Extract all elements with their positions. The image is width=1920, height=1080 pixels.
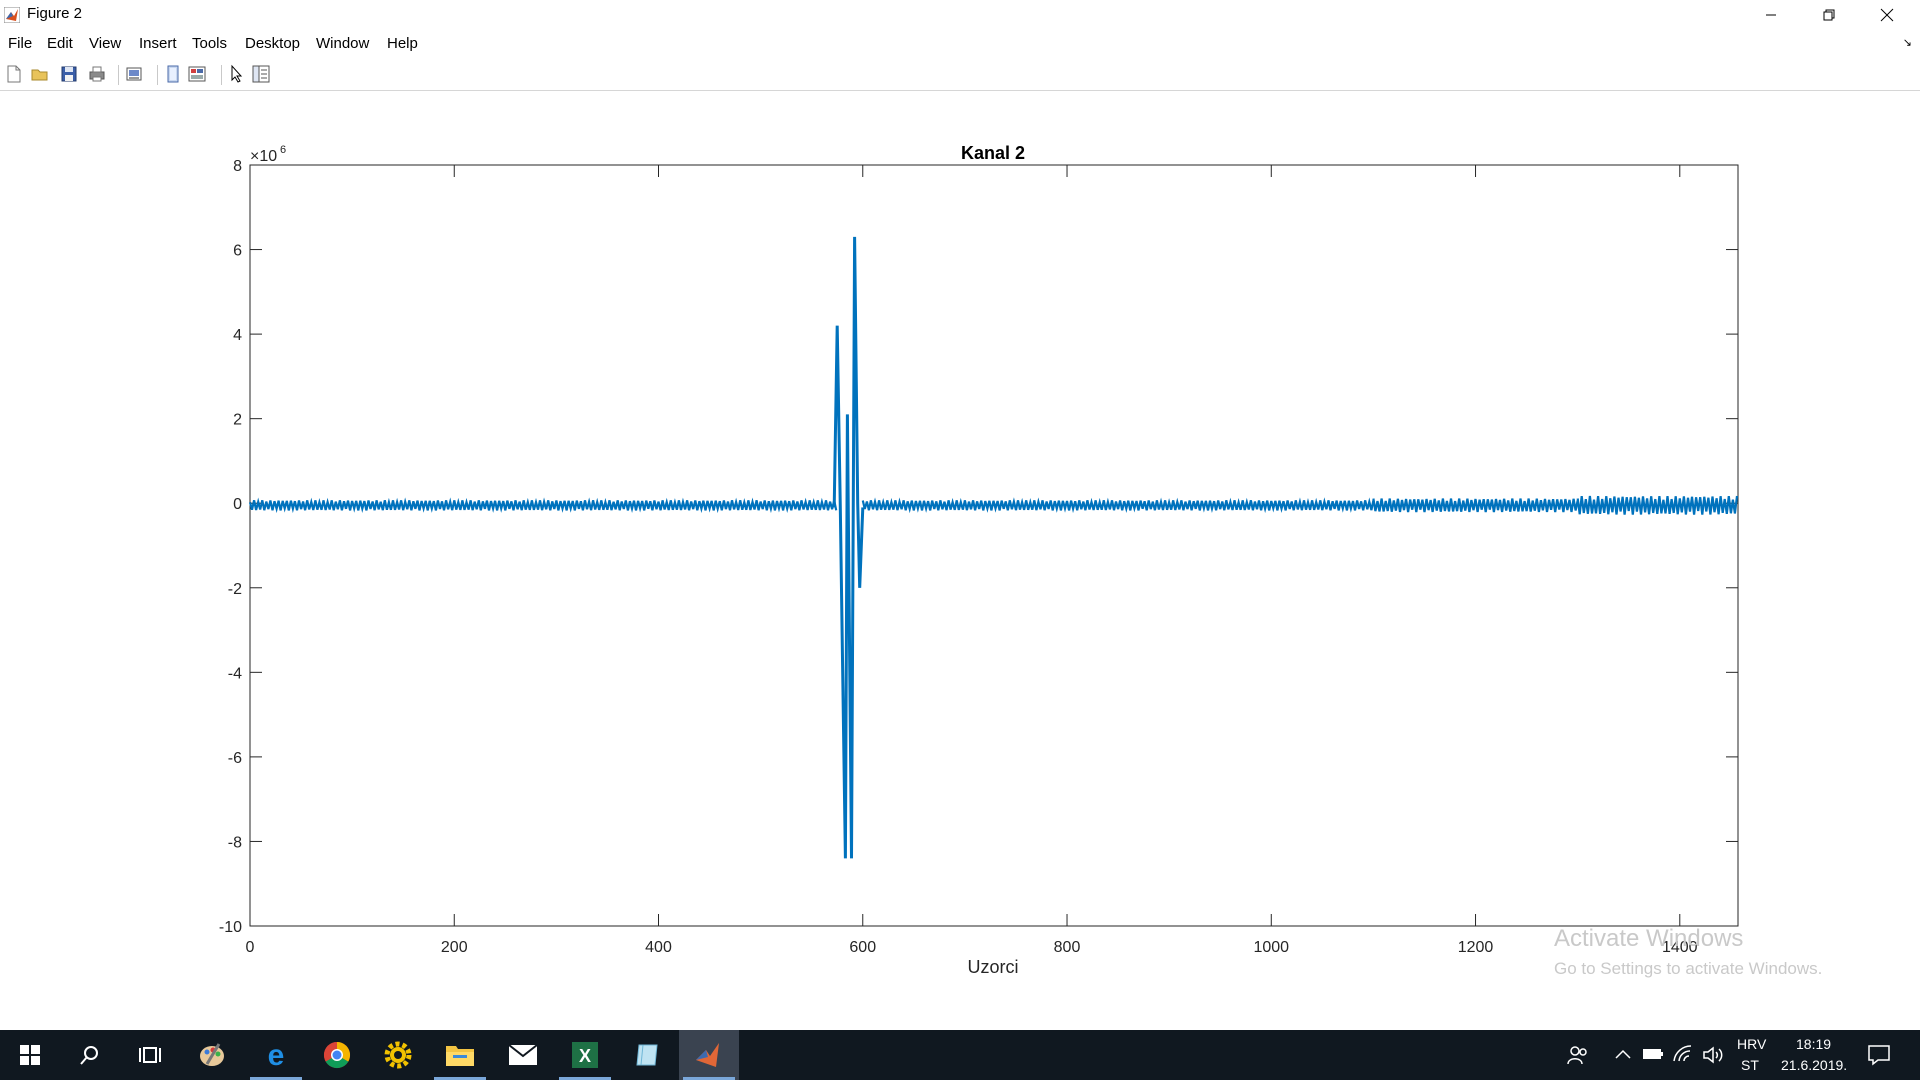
menu-desktop[interactable]: Desktop [245, 35, 300, 52]
search-icon [80, 1046, 98, 1065]
search-button[interactable] [60, 1030, 120, 1080]
menu-help[interactable]: Help [387, 35, 418, 52]
notes-app-icon [636, 1044, 658, 1066]
plot-chart[interactable]: 0 200 400 600 800 1000 1200 1400-10-8-6-4-20246… [0, 91, 1920, 1029]
minimize-icon [1766, 14, 1776, 16]
matlab-figure-icon [4, 7, 20, 23]
y-tick-label: -6 [228, 750, 242, 767]
wifi-icon[interactable] [1672, 1044, 1694, 1064]
link-plot-icon[interactable] [124, 64, 144, 84]
figure-toolbar [0, 60, 1920, 91]
restore-icon [1823, 9, 1835, 21]
x-tick-label: 1000 [1253, 939, 1289, 956]
y-tick-label: -8 [228, 834, 242, 851]
svg-text:e: e [268, 1040, 285, 1070]
battery-icon[interactable] [1642, 1047, 1664, 1061]
taskbar-app-matlab[interactable] [679, 1030, 739, 1080]
mail-icon [508, 1044, 538, 1065]
settings-gear-app-icon [384, 1041, 412, 1069]
edit-plot-icon[interactable] [227, 64, 247, 84]
people-icon[interactable] [1567, 1044, 1589, 1066]
x-tick-label: 600 [849, 939, 876, 956]
taskbar-app-paint[interactable] [182, 1030, 242, 1080]
menu-file[interactable]: File [8, 35, 32, 52]
plot-box [249, 164, 1739, 927]
y-tick-label: 2 [233, 412, 242, 429]
edge-icon: e [268, 1040, 285, 1070]
y-tick-label: 6 [233, 243, 242, 260]
input-language[interactable]: HRV [1737, 1036, 1766, 1052]
chevron-up-icon[interactable] [1615, 1048, 1631, 1060]
matlab-icon [696, 1043, 719, 1067]
toolbar-separator [118, 65, 119, 85]
chart-title: Kanal 2 [961, 143, 1025, 163]
menu-bar: File Edit View Insert Tools Desktop Wind… [0, 30, 1920, 57]
taskbar: e X HRV ST 18:19 21.6.2019. [0, 1030, 1920, 1080]
svg-text:X: X [579, 1046, 591, 1066]
start-button[interactable] [0, 1030, 60, 1080]
axes [249, 164, 1739, 927]
notification-center-icon[interactable] [1868, 1044, 1890, 1066]
menu-insert[interactable]: Insert [139, 35, 177, 52]
activation-watermark-title: Activate Windows [1554, 925, 1744, 952]
plot-browser-icon[interactable] [251, 64, 271, 84]
window-title: Figure 2 [27, 5, 83, 22]
y-tick-label: 8 [233, 158, 242, 175]
y-exponent-label: ×10 [250, 148, 277, 165]
dock-figure-icon[interactable]: ↘ [1903, 36, 1912, 49]
x-axis-label: Uzorci [967, 957, 1018, 977]
print-icon[interactable] [87, 64, 107, 84]
chrome-icon [323, 1041, 351, 1069]
menu-tools[interactable]: Tools [192, 35, 227, 52]
taskbar-app-mail[interactable] [493, 1030, 553, 1080]
task-view-button[interactable] [120, 1030, 180, 1080]
y-tick-label: -4 [228, 665, 242, 682]
show-plot-tools-icon[interactable] [187, 64, 207, 84]
toolbar-separator [221, 65, 222, 85]
menu-view[interactable]: View [89, 35, 121, 52]
menu-window[interactable]: Window [316, 35, 369, 52]
y-exponent-power: 6 [280, 144, 286, 156]
new-figure-icon[interactable] [4, 64, 24, 84]
activation-watermark-subtitle: Go to Settings to activate Windows. [1554, 959, 1823, 978]
volume-icon[interactable] [1702, 1045, 1724, 1065]
clock-time[interactable]: 18:19 [1796, 1036, 1831, 1052]
x-tick-label: 200 [441, 939, 468, 956]
taskbar-app-settings[interactable] [368, 1030, 428, 1080]
keyboard-layout[interactable]: ST [1741, 1057, 1759, 1073]
close-button[interactable] [1858, 0, 1916, 30]
paint-icon [200, 1043, 224, 1066]
clock-date[interactable]: 21.6.2019. [1781, 1057, 1847, 1073]
menu-edit[interactable]: Edit [47, 35, 73, 52]
task-view-icon [139, 1047, 161, 1063]
taskbar-app-notes[interactable] [617, 1030, 677, 1080]
y-tick-label: -10 [219, 919, 242, 936]
windows-start-icon [20, 1045, 40, 1065]
y-tick-label: -2 [228, 581, 242, 598]
x-tick-label: 400 [645, 939, 672, 956]
open-file-icon[interactable] [30, 64, 50, 84]
taskbar-app-file-explorer[interactable] [430, 1030, 490, 1080]
taskbar-app-excel[interactable]: X [555, 1030, 615, 1080]
toolbar-separator [157, 65, 158, 85]
close-icon [1880, 8, 1894, 22]
hide-plot-tools-icon[interactable] [163, 64, 183, 84]
x-tick-label: 800 [1054, 939, 1081, 956]
minimize-button[interactable] [1742, 0, 1800, 30]
y-tick-label: 0 [233, 496, 242, 513]
x-tick-label: 1200 [1458, 939, 1494, 956]
y-tick-label: 4 [233, 327, 242, 344]
file-explorer-icon [446, 1046, 474, 1066]
excel-icon: X [572, 1042, 598, 1068]
taskbar-app-edge[interactable]: e [246, 1030, 306, 1080]
taskbar-app-chrome[interactable] [307, 1030, 367, 1080]
x-tick-label: 0 [246, 939, 255, 956]
window-titlebar[interactable]: Figure 2 [0, 0, 1920, 30]
save-icon[interactable] [59, 64, 79, 84]
restore-button[interactable] [1800, 0, 1858, 30]
